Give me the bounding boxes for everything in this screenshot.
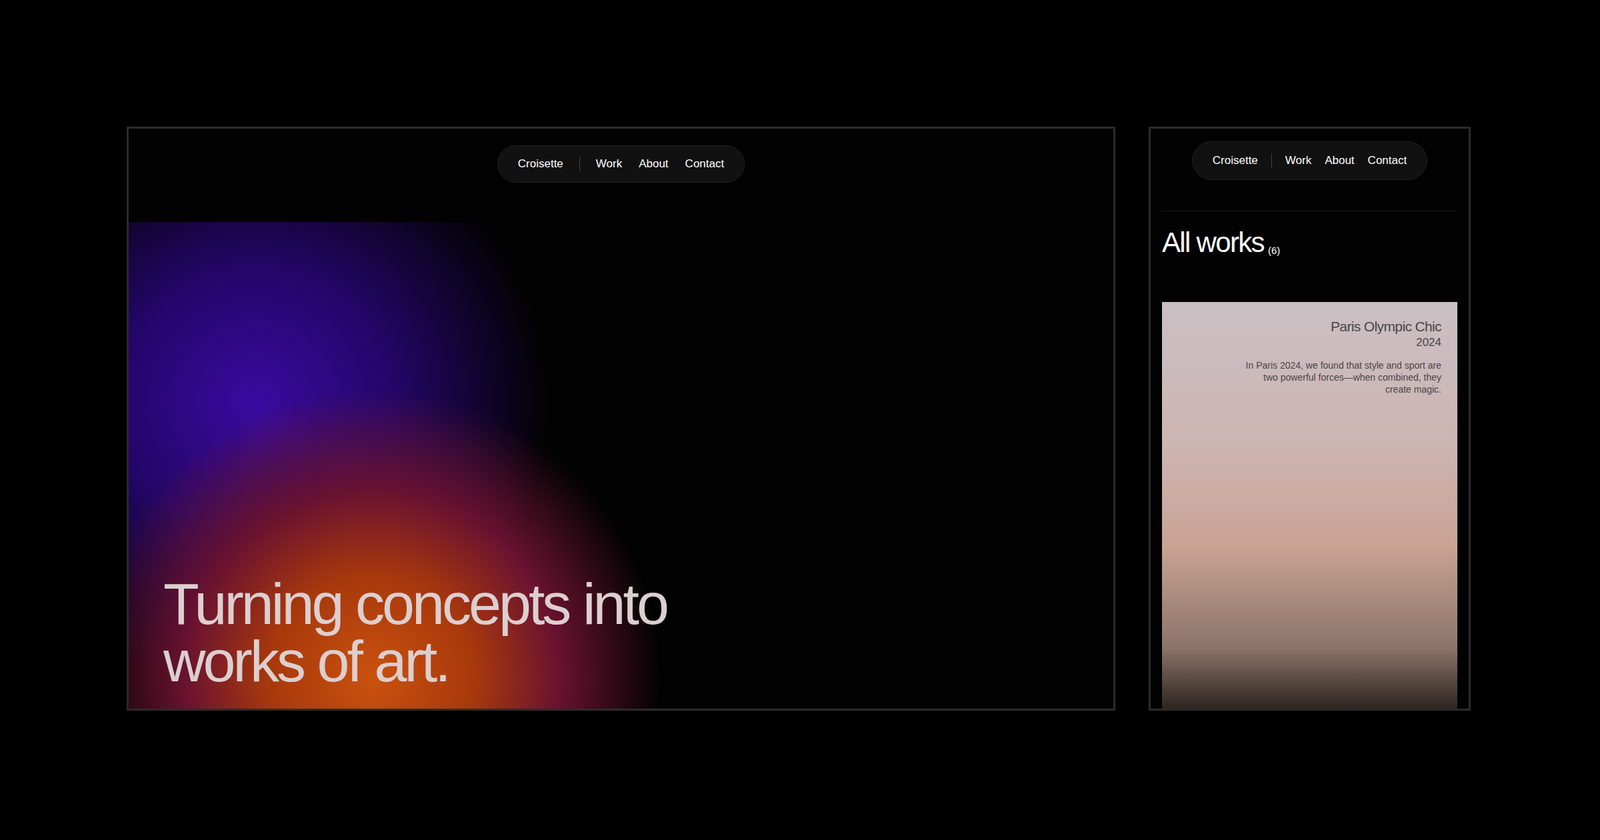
heading-title: All works [1162, 228, 1264, 257]
hero-heading: Turning concepts intoworks of art. [128, 575, 1114, 709]
nav-link[interactable]: About [638, 155, 668, 173]
hero-line: Turning concepts into [163, 575, 1114, 633]
work-card[interactable]: Paris Olympic Chic2024 In Paris 2024, we … [1162, 302, 1458, 709]
nav-bar: Croisette Work About Contact [1192, 141, 1428, 180]
works-frame: Croisette Work About Contact All works (6) Par… [1148, 126, 1471, 711]
nav-link[interactable]: Work [1285, 152, 1312, 170]
nav-divider [579, 156, 580, 172]
home-frame: Croisette Work About Contact Turning concept… [126, 126, 1116, 711]
work-description: In Paris 2024, we found that style and s… [1241, 359, 1442, 396]
hero-line: works of art. [163, 632, 1114, 690]
nav-bar: Croisette Work About Contact [497, 145, 745, 183]
showcase: Croisette Work About Contact Turning concept… [0, 0, 1600, 711]
nav-link[interactable]: About [1324, 152, 1354, 170]
nav-wrap: Croisette Work About Contact [128, 128, 1114, 183]
nav-link[interactable]: Contact [1368, 152, 1408, 170]
brand-link[interactable]: Croisette [1212, 152, 1258, 170]
nav-wrap: Croisette Work About Contact [1162, 128, 1458, 180]
works-heading: All works (6) [1162, 228, 1458, 257]
divider [1162, 210, 1458, 212]
nav-links: Work About Contact [596, 155, 724, 173]
work-year: 2024 [1416, 335, 1442, 350]
nav-divider [1271, 153, 1272, 168]
nav-links: Work About Contact [1285, 152, 1407, 170]
work-title: Paris Olympic Chic [1330, 318, 1442, 336]
works-count: (6) [1268, 245, 1280, 257]
nav-link[interactable]: Work [596, 155, 622, 173]
brand-link[interactable]: Croisette [518, 155, 564, 173]
nav-link[interactable]: Contact [685, 155, 725, 173]
